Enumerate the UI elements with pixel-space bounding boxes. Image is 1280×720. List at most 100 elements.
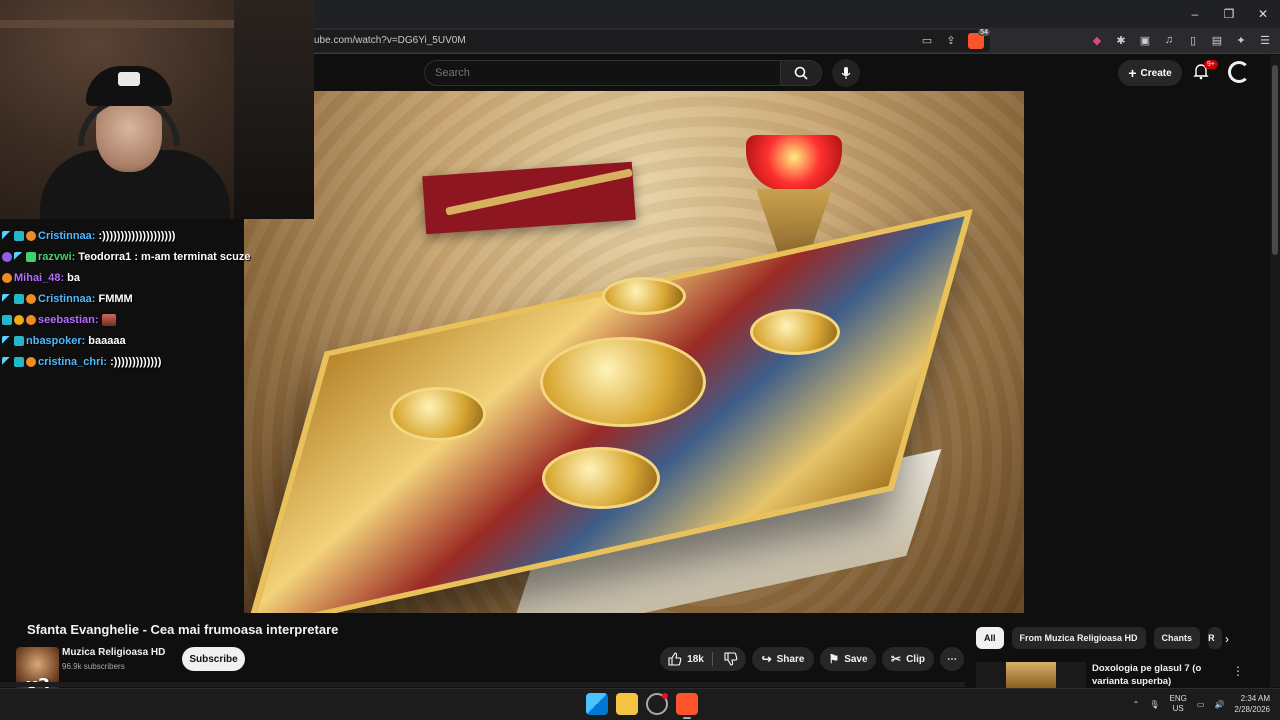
webcam-room-background bbox=[234, 0, 314, 219]
address-bar-icons: ▭ ⇪ 54 bbox=[920, 29, 990, 49]
grid-badge-icon bbox=[14, 356, 24, 367]
video-title: Sfanta Evanghelie - Cea mai frumoasa int… bbox=[27, 622, 339, 637]
chat-text: baaaaa bbox=[88, 334, 126, 347]
steam-icon[interactable] bbox=[646, 693, 668, 715]
star-badge-icon bbox=[26, 251, 36, 262]
keyboard-layout: US bbox=[1172, 704, 1184, 713]
wallet-icon[interactable]: ▤ bbox=[1210, 33, 1224, 47]
chat-text: FMMM bbox=[98, 292, 133, 305]
scrollbar-thumb[interactable] bbox=[1272, 65, 1278, 255]
minimize-button[interactable]: – bbox=[1178, 0, 1212, 28]
display-icon[interactable]: ▭ bbox=[1197, 700, 1205, 709]
windows-taskbar: ⌃ 🎙 ENG US ▭ 🔊 2:34 AM 2/28/2026 bbox=[0, 688, 1280, 720]
save-button[interactable]: ⚑ Save bbox=[820, 647, 876, 671]
cap-logo bbox=[118, 72, 140, 86]
chat-username: Mihai_48: bbox=[14, 271, 65, 284]
vpn-shield-icon[interactable]: ◆ bbox=[1090, 33, 1104, 47]
recommendation-filter-chips: All From Muzica Religioasa HD Chants R bbox=[976, 627, 1223, 649]
clock-date: 2/28/2026 bbox=[1234, 705, 1270, 714]
video-player[interactable] bbox=[244, 91, 1024, 613]
recommendation-thumbnail-image bbox=[1006, 662, 1056, 688]
ball-badge-icon bbox=[26, 314, 36, 325]
search-box[interactable] bbox=[424, 60, 782, 86]
chip-all[interactable]: All bbox=[976, 627, 1004, 649]
share-icon: ↪ bbox=[761, 652, 772, 666]
leo-ai-icon[interactable]: ✦ bbox=[1234, 33, 1248, 47]
chat-text: ba bbox=[67, 271, 80, 284]
chevron-up-icon[interactable]: ⌃ bbox=[1133, 700, 1140, 709]
create-button[interactable]: + Create bbox=[1118, 60, 1182, 86]
more-actions-button[interactable]: ⋯ bbox=[940, 647, 964, 671]
restore-button[interactable]: ❐ bbox=[1212, 0, 1246, 28]
ball-badge-icon bbox=[26, 356, 36, 367]
sword-badge-icon bbox=[14, 251, 24, 262]
microphone-icon bbox=[841, 67, 851, 79]
url-text[interactable]: ube.com/watch?v=DG6Yi_5UV0M bbox=[314, 35, 466, 46]
youtube-header: + Create 9+ bbox=[314, 55, 1280, 91]
share-page-icon[interactable]: ⇪ bbox=[944, 33, 958, 47]
chat-text: :))))))))))))) bbox=[110, 355, 162, 368]
brave-shields-badge: 54 bbox=[978, 29, 990, 36]
brave-shields-icon[interactable]: 54 bbox=[968, 29, 990, 49]
chip-chants[interactable]: Chants bbox=[1153, 627, 1201, 649]
cast-icon[interactable]: ▭ bbox=[920, 33, 934, 47]
video-frame-medallion bbox=[390, 387, 486, 441]
menu-icon[interactable]: ☰ bbox=[1258, 33, 1272, 47]
tab-search-icon[interactable]: ▣ bbox=[1138, 33, 1152, 47]
sidebar-icon[interactable]: ▯ bbox=[1186, 33, 1200, 47]
notification-count-badge: 9+ bbox=[1204, 60, 1218, 69]
chat-message: razvwi: Teodorra1 : m-am terminat scuze bbox=[2, 246, 262, 267]
clip-button[interactable]: ✂ Clip bbox=[882, 647, 934, 671]
share-label: Share bbox=[776, 653, 805, 665]
like-dislike-group: 18k bbox=[660, 647, 746, 671]
subscribe-button[interactable]: Subscribe bbox=[182, 647, 245, 671]
voice-search-button[interactable] bbox=[832, 59, 860, 87]
chat-text: Teodorra1 : m-am terminat scuze bbox=[78, 250, 251, 263]
grid-badge-icon bbox=[14, 230, 24, 241]
video-frame-medallion bbox=[542, 447, 660, 509]
extensions-icon[interactable]: ✱ bbox=[1114, 33, 1128, 47]
video-frame-medallion bbox=[540, 337, 706, 427]
music-icon[interactable]: ♫ bbox=[1162, 33, 1176, 47]
share-button[interactable]: ↪ Share bbox=[752, 647, 814, 671]
notification-dot bbox=[662, 693, 668, 699]
chip-from-channel[interactable]: From Muzica Religioasa HD bbox=[1011, 627, 1146, 649]
windows-start-icon[interactable] bbox=[586, 693, 608, 715]
page-scrollbar[interactable] bbox=[1270, 55, 1280, 687]
chat-message: cristina_chri::))))))))))))) bbox=[2, 351, 262, 372]
scissors-icon: ✂ bbox=[891, 652, 902, 666]
search-input[interactable] bbox=[425, 61, 781, 85]
chat-username: Cristinnaa: bbox=[38, 292, 96, 305]
chat-text: :)))))))))))))))))))) bbox=[98, 229, 176, 242]
address-bar[interactable]: ube.com/watch?v=DG6Yi_5UV0M ▭ ⇪ 54 bbox=[290, 29, 990, 52]
clock[interactable]: 2:34 AM 2/28/2026 bbox=[1234, 693, 1270, 715]
dislike-button[interactable] bbox=[718, 652, 738, 666]
video-frame-medallion bbox=[602, 277, 686, 315]
sword-badge-icon bbox=[2, 230, 12, 241]
taskbar-apps bbox=[586, 693, 698, 719]
microphone-tray-icon[interactable]: 🎙 bbox=[1149, 700, 1159, 709]
sword-badge-icon bbox=[2, 335, 12, 346]
notifications-button[interactable]: 9+ bbox=[1192, 60, 1218, 84]
like-button[interactable]: 18k bbox=[668, 652, 713, 666]
account-avatar[interactable] bbox=[1228, 61, 1250, 83]
sword-badge-icon bbox=[2, 356, 12, 367]
language-indicator[interactable]: ENG US bbox=[1170, 694, 1187, 714]
volume-icon[interactable]: 🔊 bbox=[1214, 700, 1224, 709]
video-frame-medallion bbox=[750, 309, 840, 355]
grid-badge-icon bbox=[14, 335, 24, 346]
close-button[interactable]: ✕ bbox=[1246, 0, 1280, 28]
extensions-bar: ◆ ✱ ▣ ♫ ▯ ▤ ✦ ☰ bbox=[1090, 33, 1272, 47]
save-label: Save bbox=[844, 653, 868, 665]
kebab-menu-icon[interactable]: ⋮ bbox=[1232, 664, 1244, 678]
chat-message: Cristinnaa::)))))))))))))))))))) bbox=[2, 225, 262, 246]
search-button[interactable] bbox=[780, 60, 822, 86]
grid-badge-icon bbox=[14, 293, 24, 304]
file-explorer-icon[interactable] bbox=[616, 693, 638, 715]
recommendation-thumbnail[interactable] bbox=[976, 662, 1086, 688]
brave-browser-icon[interactable] bbox=[676, 693, 698, 719]
recommendation-title[interactable]: Doxologia pe glasul 7 (o varianta superb… bbox=[1092, 662, 1204, 688]
chevron-right-icon[interactable]: › bbox=[1218, 630, 1236, 648]
channel-name[interactable]: Muzica Religioasa HD bbox=[62, 647, 165, 658]
description-box-edge bbox=[0, 682, 965, 687]
